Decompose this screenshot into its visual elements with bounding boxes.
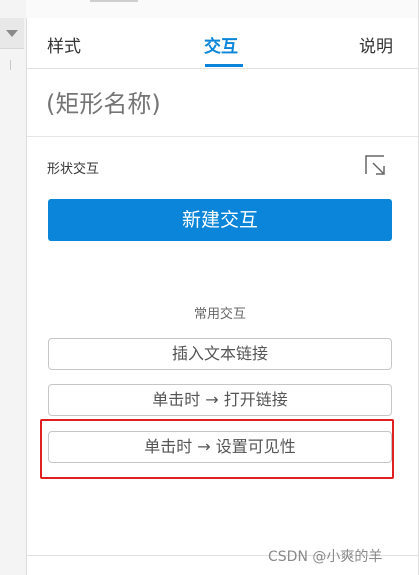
inspector-tabs: 样式 交互 说明: [27, 18, 418, 69]
insert-text-link-button[interactable]: 插入文本链接: [48, 338, 392, 370]
click-open-link-button[interactable]: 单击时 → 打开链接: [48, 384, 392, 416]
expand-arrow-icon[interactable]: [364, 154, 390, 178]
divider: [27, 136, 418, 137]
shape-name-input[interactable]: [46, 84, 396, 124]
shape-interaction-label: 形状交互: [47, 162, 100, 177]
common-interactions-label: 常用交互: [193, 307, 246, 322]
tab-style[interactable]: 样式: [47, 36, 81, 58]
panel-dropdown[interactable]: [0, 18, 24, 49]
divider: [90, 0, 138, 2]
top-bar: [26, 0, 419, 18]
tab-notes[interactable]: 说明: [359, 36, 393, 58]
watermark: CSDN @小爽的羊: [268, 549, 383, 565]
highlight-box: [40, 419, 394, 479]
tab-interaction[interactable]: 交互: [204, 36, 238, 58]
chevron-down-icon: [6, 30, 18, 37]
active-tab-indicator: [205, 64, 243, 67]
new-interaction-button[interactable]: 新建交互: [48, 199, 392, 241]
left-panel-strip: [0, 0, 27, 575]
divider: [10, 60, 11, 70]
